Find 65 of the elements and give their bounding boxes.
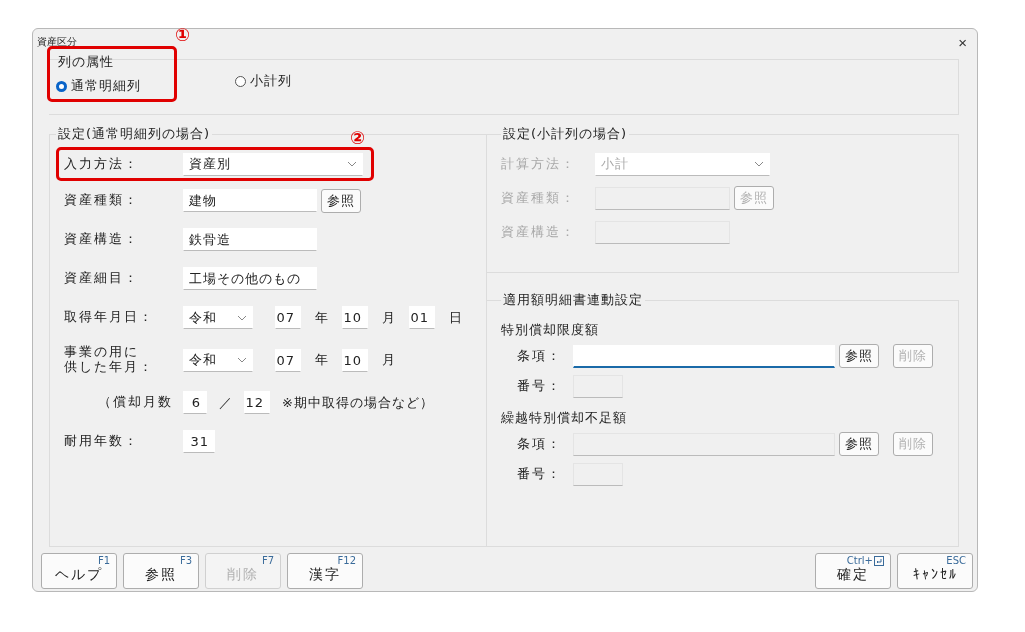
months-field[interactable]: 12 (244, 391, 270, 414)
group-legend: 適用額明細書連動設定 (501, 291, 645, 309)
slash-label: ／ (219, 393, 232, 412)
group-legend: 設定(通常明細列の場合) (56, 125, 213, 143)
unit-label: 月 (382, 308, 395, 327)
annotation-marker: ② (350, 129, 366, 147)
function-key-button[interactable]: F12 漢字 (287, 553, 363, 589)
field-label: 資産種類： (501, 190, 577, 206)
unit-label: 月 (382, 351, 395, 369)
function-key-button[interactable]: F1 ヘルプ (41, 553, 117, 589)
field-label: （償却月数 (97, 395, 174, 410)
function-key-button[interactable]: Ctrl+ 確定 (815, 553, 891, 589)
note-text: ※期中取得の場合など） (282, 393, 434, 412)
day-field[interactable]: 01 (409, 306, 435, 329)
field-label: 資産種類： (64, 193, 140, 208)
reference-button[interactable]: 参照 (321, 188, 361, 213)
field-label: 入力方法： (64, 156, 140, 172)
month-field[interactable]: 10 (342, 348, 368, 372)
text-field[interactable]: 工場その他のもの (183, 267, 317, 290)
text-field[interactable] (573, 462, 623, 486)
radio-option[interactable]: 通常明細列 (56, 77, 168, 95)
months-field[interactable]: 6 (183, 391, 207, 414)
field-label: 番号： (517, 466, 563, 482)
year-field[interactable]: 07 (275, 348, 301, 372)
field-label: 取得年月日： (64, 310, 155, 325)
text-field[interactable] (573, 432, 835, 456)
annotation-marker: ① (175, 26, 191, 44)
field-label: 計算方法： (501, 156, 577, 172)
field-label: 条項： (517, 436, 563, 452)
unit-label: 年 (315, 351, 328, 369)
enter-key-icon (874, 555, 884, 566)
field-label: 資産細目： (64, 271, 140, 286)
radio-option[interactable]: 小計列 (235, 72, 292, 90)
group-legend: 設定(小計列の場合) (501, 125, 630, 143)
unit-label: 年 (315, 308, 328, 327)
text-field[interactable] (573, 374, 623, 398)
text-field[interactable]: 鉄骨造 (183, 228, 317, 251)
reference-button[interactable]: 参照 (839, 432, 879, 456)
section-heading: 繰越特別償却不足額 (501, 409, 628, 427)
reference-button[interactable]: 参照 (839, 344, 879, 368)
era-dropdown[interactable]: 令和 (183, 348, 253, 372)
unit-label: 日 (449, 308, 462, 327)
function-key-button[interactable]: ESC ｷｬﾝｾﾙ (897, 553, 973, 589)
chevron-down-icon (237, 314, 247, 321)
chevron-down-icon (237, 357, 247, 363)
field-label: 資産構造： (501, 224, 577, 240)
field-label: 条項： (517, 348, 563, 364)
era-dropdown[interactable]: 令和 (183, 306, 253, 329)
text-field[interactable]: 建物 (183, 189, 317, 212)
field-label: 番号： (517, 378, 563, 394)
field-label: 供した年月： (64, 360, 154, 375)
group-legend: 列の属性 (56, 53, 168, 71)
chevron-down-icon (347, 161, 357, 167)
year-field[interactable]: 07 (275, 306, 301, 329)
section-heading: 特別償却限度額 (501, 321, 600, 339)
field-label: 耐用年数： (64, 434, 140, 449)
month-field[interactable]: 10 (342, 306, 368, 329)
field-label: 資産構造： (64, 232, 140, 247)
number-field[interactable]: 31 (183, 430, 215, 453)
function-key-button[interactable]: F3 参照 (123, 553, 199, 589)
dropdown-field[interactable]: 資産別 (183, 152, 363, 176)
window-title: 資産区分 (37, 35, 77, 49)
close-button[interactable]: × (954, 33, 971, 51)
field-label: 事業の用に (64, 345, 139, 360)
chevron-down-icon (754, 161, 764, 167)
